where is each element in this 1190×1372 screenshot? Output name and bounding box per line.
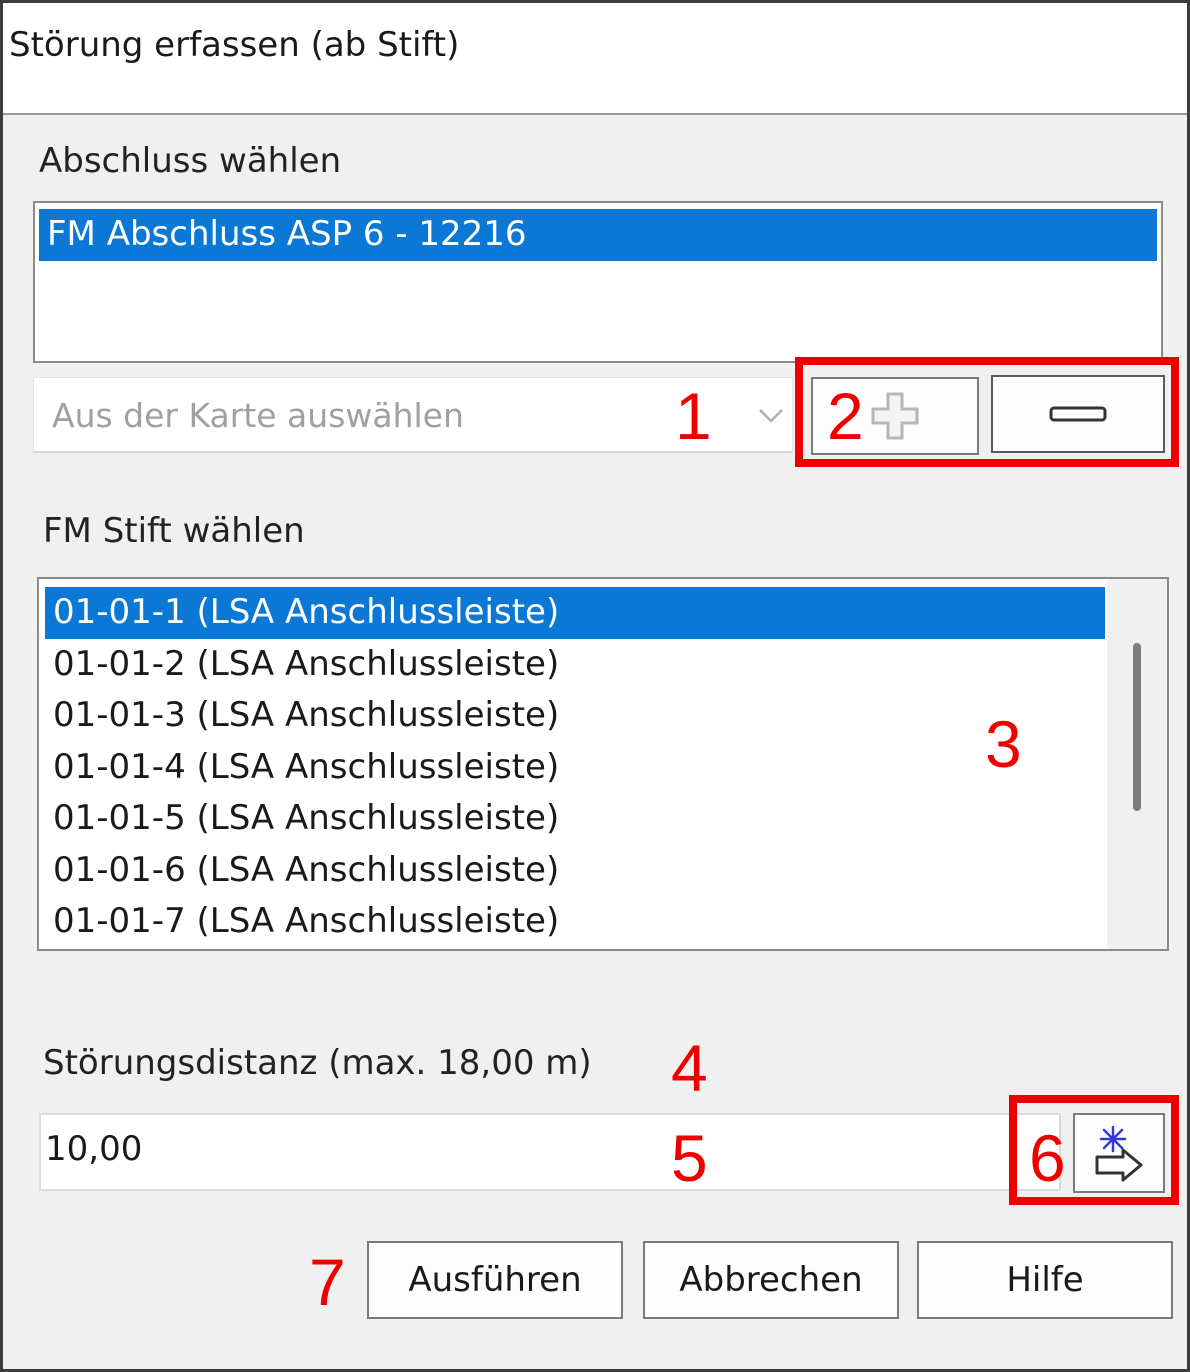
annotation-number-7: 7 — [309, 1245, 346, 1319]
combo-placeholder: Aus der Karte auswählen — [52, 396, 464, 435]
annotation-number-5: 5 — [671, 1121, 708, 1195]
list-item-stift[interactable]: 01-01-2 (LSA Anschlussleiste) — [45, 639, 1105, 691]
stift-label: FM Stift wählen — [43, 511, 305, 551]
distance-label: Störungsdistanz (max. 18,00 m) — [43, 1043, 592, 1083]
vertical-scrollbar[interactable] — [1107, 579, 1167, 949]
list-item-stift[interactable]: 01-01-1 (LSA Anschlussleiste) — [45, 587, 1105, 639]
annotation-number-1: 1 — [675, 379, 712, 453]
abschluss-label: Abschluss wählen — [39, 141, 342, 181]
scrollbar-thumb[interactable] — [1133, 643, 1141, 811]
annotation-number-3: 3 — [985, 707, 1022, 781]
title-bar: Störung erfassen (ab Stift) — [3, 3, 1187, 115]
execute-button[interactable]: Ausführen — [367, 1241, 623, 1319]
annotation-number-6: 6 — [1029, 1121, 1066, 1195]
list-item-abschluss[interactable]: FM Abschluss ASP 6 - 12216 — [39, 209, 1157, 261]
list-item-stift[interactable]: 01-01-4 (LSA Anschlussleiste) — [45, 742, 1105, 794]
annotation-number-4: 4 — [671, 1031, 708, 1105]
chevron-down-icon — [759, 409, 783, 423]
distance-value: 10,00 — [45, 1129, 143, 1169]
distance-input[interactable]: 10,00 — [39, 1113, 1061, 1191]
dialog-window: Störung erfassen (ab Stift) Abschluss wä… — [0, 0, 1190, 1372]
abschluss-listbox[interactable]: FM Abschluss ASP 6 - 12216 — [33, 201, 1163, 363]
help-button[interactable]: Hilfe — [917, 1241, 1173, 1319]
list-item-stift[interactable]: 01-01-3 (LSA Anschlussleiste) — [45, 690, 1105, 742]
list-item-stift[interactable]: 01-01-6 (LSA Anschlussleiste) — [45, 845, 1105, 897]
cancel-button[interactable]: Abbrechen — [643, 1241, 899, 1319]
list-item-stift[interactable]: 01-01-7 (LSA Anschlussleiste) — [45, 896, 1105, 948]
dialog-title: Störung erfassen (ab Stift) — [9, 25, 460, 65]
annotation-number-2: 2 — [827, 379, 864, 453]
list-item-stift[interactable]: 01-01-5 (LSA Anschlussleiste) — [45, 793, 1105, 845]
